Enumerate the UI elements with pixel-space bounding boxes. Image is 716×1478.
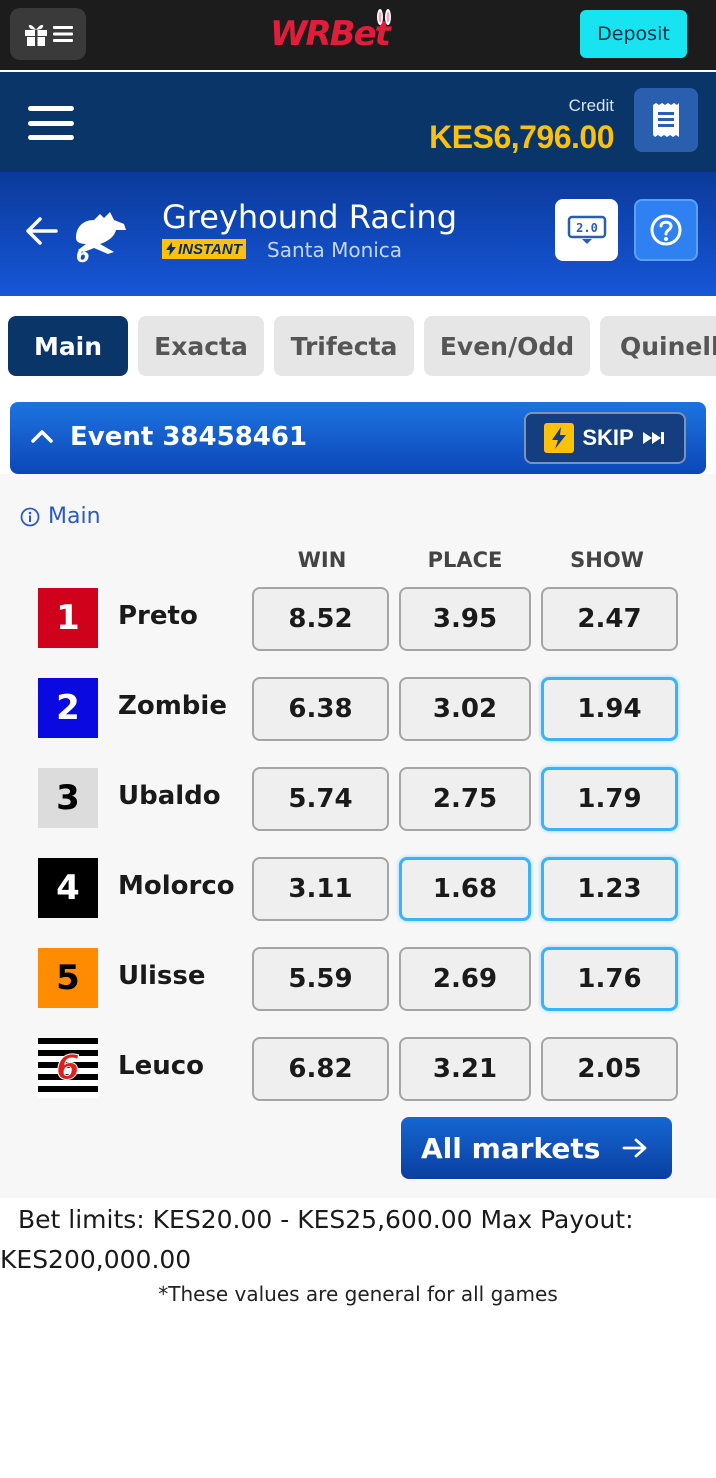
top-bar: WRBet Deposit bbox=[0, 0, 716, 70]
info-icon bbox=[20, 507, 40, 526]
runner-name: Molorco bbox=[118, 871, 235, 901]
brand-logo[interactable]: WRBet bbox=[270, 9, 391, 54]
receipt-icon bbox=[653, 103, 679, 137]
odds-button-win[interactable]: 5.74 bbox=[252, 767, 389, 831]
odds-button-place[interactable]: 3.95 bbox=[399, 587, 531, 651]
statistics-button[interactable]: 2.0 bbox=[555, 199, 618, 261]
hamburger-menu-icon[interactable] bbox=[28, 106, 74, 140]
odds-button-place[interactable]: 3.02 bbox=[399, 677, 531, 741]
runner-row: 2 Zombie 6.38 3.02 1.94 bbox=[0, 677, 716, 741]
help-button[interactable] bbox=[634, 199, 698, 261]
fast-forward-icon bbox=[642, 432, 664, 444]
trap-number-badge: 6 bbox=[38, 1038, 98, 1098]
max-payout-value: KES200,000.00 bbox=[0, 1245, 192, 1274]
bunny-ears-icon bbox=[377, 9, 391, 25]
bet-limits: Bet limits: KES20.00 - KES25,600.00 Max … bbox=[0, 1200, 716, 1280]
odds-button-win[interactable]: 6.82 bbox=[252, 1037, 389, 1101]
market-panel: Main WIN PLACE SHOW 1 Preto 8.52 3.95 2.47 2 Z… bbox=[0, 474, 716, 1198]
odds-button-win[interactable]: 5.59 bbox=[252, 947, 389, 1011]
menu-lines-icon bbox=[52, 26, 73, 42]
event-title: Event 38458461 bbox=[70, 422, 308, 452]
back-arrow-icon[interactable] bbox=[24, 216, 58, 246]
odds-button-show[interactable]: 1.23 bbox=[541, 857, 678, 921]
odds-button-show[interactable]: 2.47 bbox=[541, 587, 678, 651]
odds-button-place[interactable]: 1.68 bbox=[399, 857, 531, 921]
limits-note: *These values are general for all games bbox=[158, 1282, 558, 1306]
chevron-up-icon[interactable] bbox=[30, 428, 54, 444]
arrow-right-icon bbox=[622, 1138, 647, 1158]
odds-button-place[interactable]: 3.21 bbox=[399, 1037, 531, 1101]
credit-label: Credit bbox=[568, 96, 614, 115]
runner-row: 5 Ulisse 5.59 2.69 1.76 bbox=[0, 947, 716, 1011]
odds-button-show[interactable]: 1.94 bbox=[541, 677, 678, 741]
credit-balance: KES6,796.00 bbox=[429, 119, 614, 155]
odds-button-win[interactable]: 6.38 bbox=[252, 677, 389, 741]
all-markets-label: All markets bbox=[421, 1131, 601, 1165]
skip-label: SKIP bbox=[582, 425, 634, 450]
runner-row: 3 Ubaldo 5.74 2.75 1.79 bbox=[0, 767, 716, 831]
tab-trifecta[interactable]: Trifecta bbox=[274, 316, 414, 376]
odds-button-win[interactable]: 3.11 bbox=[252, 857, 389, 921]
trap-number-badge: 5 bbox=[38, 948, 98, 1008]
greyhound-icon: 6 bbox=[76, 212, 126, 264]
runner-name: Zombie bbox=[118, 691, 227, 721]
odds-button-place[interactable]: 2.69 bbox=[399, 947, 531, 1011]
runner-row: 1 Preto 8.52 3.95 2.47 bbox=[0, 587, 716, 651]
column-header-win: WIN bbox=[297, 548, 347, 572]
instant-badge-label: INSTANT bbox=[178, 240, 242, 258]
column-header-place: PLACE bbox=[427, 548, 503, 572]
market-label: Main bbox=[48, 504, 101, 529]
runner-row: 6 Leuco 6.82 3.21 2.05 bbox=[0, 1037, 716, 1101]
venue-name: Santa Monica bbox=[267, 238, 403, 262]
promotions-menu-button[interactable] bbox=[10, 8, 86, 60]
runner-row: 4 Molorco 3.11 1.68 1.23 bbox=[0, 857, 716, 921]
game-header: 6 Greyhound Racing INSTANT Santa Monica … bbox=[0, 172, 716, 296]
trap-number-badge: 2 bbox=[38, 678, 98, 738]
odds-button-show[interactable]: 1.79 bbox=[541, 767, 678, 831]
svg-text:6: 6 bbox=[76, 243, 90, 264]
tab-exacta[interactable]: Exacta bbox=[138, 316, 264, 376]
odds-button-place[interactable]: 2.75 bbox=[399, 767, 531, 831]
runner-name: Ulisse bbox=[118, 961, 206, 991]
lightning-badge-icon bbox=[544, 423, 575, 453]
event-header[interactable]: Event 38458461 SKIP bbox=[10, 402, 706, 474]
question-circle-icon bbox=[650, 214, 682, 246]
deposit-button[interactable]: Deposit bbox=[580, 10, 687, 58]
tab-quinella[interactable]: Quinella bbox=[600, 316, 716, 376]
stats-display-icon: 2.0 bbox=[567, 215, 606, 244]
tab-main[interactable]: Main bbox=[8, 316, 128, 376]
trap-number-badge: 1 bbox=[38, 588, 98, 648]
runner-name: Ubaldo bbox=[118, 781, 221, 811]
market-info[interactable]: Main bbox=[20, 504, 101, 529]
runner-name: Leuco bbox=[118, 1051, 204, 1081]
game-title: Greyhound Racing bbox=[162, 198, 457, 236]
all-markets-button[interactable]: All markets bbox=[401, 1117, 672, 1179]
betslip-button[interactable] bbox=[634, 88, 698, 152]
gift-icon bbox=[24, 24, 47, 46]
instant-badge: INSTANT bbox=[162, 239, 246, 259]
odds-button-show[interactable]: 1.76 bbox=[541, 947, 678, 1011]
trap-number-badge: 4 bbox=[38, 858, 98, 918]
bet-type-tabs: Main Exacta Trifecta Even/Odd Quinella bbox=[0, 296, 716, 394]
odds-button-win[interactable]: 8.52 bbox=[252, 587, 389, 651]
account-bar: Credit KES6,796.00 bbox=[0, 72, 716, 172]
column-header-show: SHOW bbox=[570, 548, 644, 572]
runner-name: Preto bbox=[118, 601, 198, 631]
lightning-icon bbox=[166, 242, 176, 256]
bet-limits-line: Bet limits: KES20.00 - KES25,600.00 Max … bbox=[18, 1205, 634, 1234]
tab-even-odd[interactable]: Even/Odd bbox=[424, 316, 590, 376]
skip-button[interactable]: SKIP bbox=[524, 412, 686, 464]
trap-number-badge: 3 bbox=[38, 768, 98, 828]
logo-text: WRBet bbox=[270, 14, 391, 54]
stats-version-label: 2.0 bbox=[576, 221, 598, 235]
odds-button-show[interactable]: 2.05 bbox=[541, 1037, 678, 1101]
